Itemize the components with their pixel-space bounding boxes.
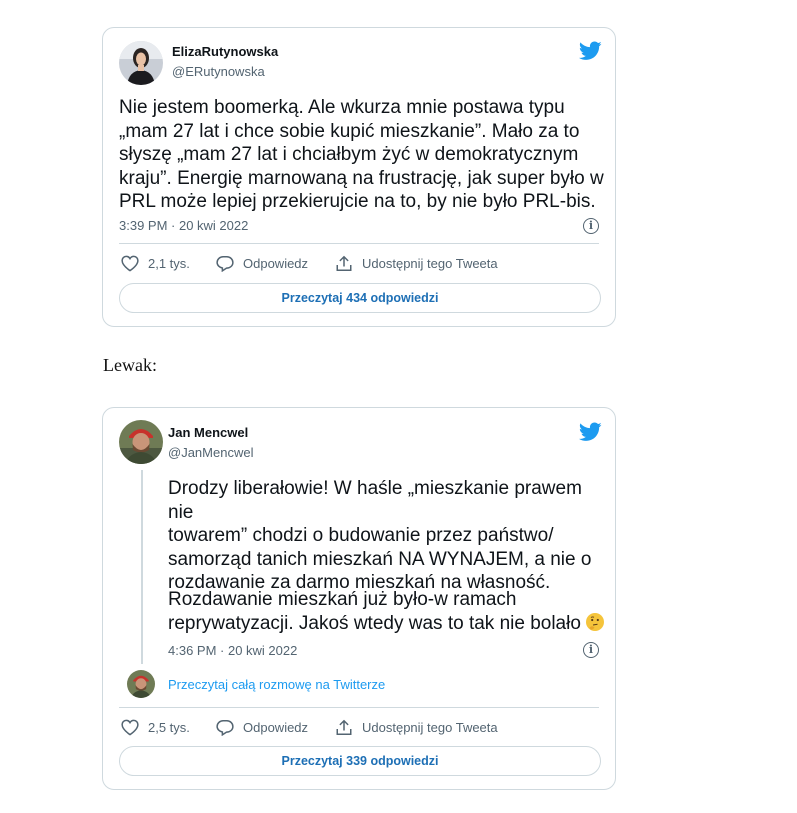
user-handle[interactable]: @ERutynowska	[172, 64, 265, 79]
read-replies-button[interactable]: Przeczytaj 339 odpowiedzi	[119, 746, 601, 776]
twitter-bird-icon[interactable]	[579, 41, 602, 61]
like-count: 2,5 tys.	[148, 720, 190, 735]
between-text: Lewak:	[103, 355, 157, 375]
avatar[interactable]	[119, 420, 163, 464]
display-name[interactable]: Jan Mencwel	[168, 425, 248, 440]
tweet-text-line: reprywatyzacji. Jakoś wtedy was to tak n…	[168, 612, 581, 634]
share-button[interactable]: Udostępnij tego Tweeta	[335, 255, 498, 272]
share-button[interactable]: Udostępnij tego Tweeta	[335, 719, 498, 736]
avatar[interactable]	[119, 41, 163, 85]
like-count: 2,1 tys.	[148, 256, 190, 271]
user-handle[interactable]: @JanMencwel	[168, 445, 253, 460]
read-conversation-link[interactable]: Przeczytaj całą rozmowę na Twitterze	[168, 677, 385, 692]
tweet-timestamp[interactable]: 3:39 PM · 20 kwi 2022	[119, 218, 248, 233]
divider	[119, 707, 599, 708]
share-arrow-icon	[336, 255, 352, 271]
read-replies-button[interactable]: Przeczytaj 434 odpowiedzi	[119, 283, 601, 313]
twitter-bird-icon[interactable]	[579, 422, 602, 442]
tweet-timestamp[interactable]: 4:36 PM · 20 kwi 2022	[168, 643, 297, 658]
share-label: Udostępnij tego Tweeta	[362, 720, 498, 735]
reply-button[interactable]: Odpowiedz	[216, 719, 308, 736]
tweet-text-continued: Rozdawanie mieszkań już było-w ramach re…	[168, 588, 608, 635]
reply-label: Odpowiedz	[243, 720, 309, 735]
like-button[interactable]: 2,5 tys.	[121, 719, 190, 736]
tweet-card-jan: Jan Mencwel @JanMencwel Drodzy liberałow…	[102, 407, 616, 790]
tweet-text: Nie jestem boomerką. Ale wkurza mnie pos…	[119, 97, 604, 212]
reply-label: Odpowiedz	[243, 256, 309, 271]
avatar-small[interactable]	[127, 670, 155, 698]
speech-bubble-icon	[216, 256, 234, 272]
like-button[interactable]: 2,1 tys.	[121, 255, 190, 272]
info-icon[interactable]: i	[583, 642, 599, 658]
heart-icon	[121, 719, 139, 736]
share-label: Udostępnij tego Tweeta	[362, 256, 498, 271]
tweet-card-eliza: ElizaRutynowska @ERutynowska Nie jestem …	[102, 27, 616, 327]
tweet-text-line: Rozdawanie mieszkań już było-w ramach	[168, 589, 517, 610]
tweet-text: Drodzy liberałowie! W haśle „mieszkanie …	[168, 478, 592, 593]
thread-line	[141, 470, 143, 664]
info-icon[interactable]: i	[583, 218, 599, 234]
thinking-face-emoji	[586, 612, 605, 631]
speech-bubble-icon	[216, 720, 234, 736]
share-arrow-icon	[336, 719, 352, 735]
divider	[119, 243, 599, 244]
reply-button[interactable]: Odpowiedz	[216, 255, 308, 272]
heart-icon	[121, 255, 139, 272]
display-name[interactable]: ElizaRutynowska	[172, 44, 278, 59]
